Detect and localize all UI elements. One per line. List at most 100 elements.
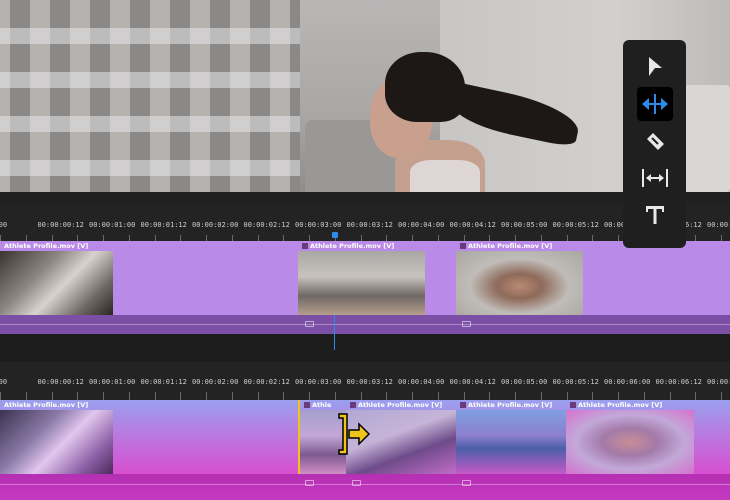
clip-label: Athlete Profile.mov [V] <box>350 401 442 409</box>
clip-thumbnail <box>0 251 113 315</box>
ruler-timecode: 00:00:01:00 <box>89 378 136 386</box>
ruler-timecode: 00:00:04:12 <box>449 221 496 229</box>
ruler-tick <box>52 392 53 400</box>
ruler-timecode: 00:00:02:00 <box>192 378 239 386</box>
ruler-tick <box>489 392 490 400</box>
playhead-marker-top[interactable] <box>332 232 338 238</box>
ruler-tick <box>386 392 387 400</box>
audio-keyframe-icon[interactable] <box>305 480 314 486</box>
clip-thumbnail <box>456 410 566 474</box>
clip-label: Athlete Profile.mov [V] <box>570 401 662 409</box>
ruler-timecode: 00:00:00:12 <box>37 221 84 229</box>
razor-tool[interactable] <box>637 124 673 158</box>
ruler-tick <box>283 392 284 400</box>
audio-keyframe-icon[interactable] <box>462 480 471 486</box>
clip-label-text: Athlete Profile.mov [V] <box>468 242 553 250</box>
ruler-tick <box>103 392 104 400</box>
ruler-tick <box>515 392 516 400</box>
slip-icon <box>641 169 668 187</box>
clip-4-bottom[interactable]: Athlete Profile.mov [V] <box>456 400 566 474</box>
type-tool[interactable] <box>637 198 673 232</box>
ruler-timecode: 00:00:02:12 <box>243 221 290 229</box>
razor-icon <box>646 133 664 150</box>
clip-label: Athle <box>304 401 331 409</box>
ruler-tick <box>361 392 362 400</box>
clip-1-top[interactable]: Athlete Profile.mov [V] <box>0 241 113 315</box>
ruler-timecode: 00:00 <box>0 221 8 229</box>
selection-tool[interactable] <box>637 50 673 84</box>
ruler-tick <box>618 392 619 400</box>
ripple-edit-icon <box>641 94 668 114</box>
ruler-timecode: 00:00:01:12 <box>140 378 187 386</box>
ruler-tick <box>26 392 27 400</box>
runner-head <box>385 52 465 122</box>
program-monitor-preview <box>0 0 730 192</box>
ruler-tick <box>567 392 568 400</box>
ruler-timecode: 00:00:04:12 <box>449 378 496 386</box>
ruler-tick <box>592 392 593 400</box>
time-ruler-top[interactable]: 00:00 00:00:00:12 00:00:01:00 00:00:01:12 00… <box>0 205 730 243</box>
ruler-tick <box>77 392 78 400</box>
ruler-tick <box>721 392 722 400</box>
clip-1-bottom[interactable]: Athlete Profile.mov [V] <box>0 400 113 474</box>
audio-waveform-line <box>0 484 730 485</box>
ruler-tick <box>695 392 696 400</box>
clip-thumbnail <box>298 251 425 315</box>
clip-label: Athlete Profile.mov [V] <box>460 401 552 409</box>
clip-label: Athlete Profile.mov [V] <box>460 242 552 250</box>
ruler-tick <box>0 392 1 400</box>
ruler-timecode: 00:00:05:12 <box>552 221 599 229</box>
ruler-timecode: 00:00:07:00 <box>707 378 730 386</box>
ruler-tick <box>232 392 233 400</box>
ruler-timecode: 00:00:03:00 <box>295 221 342 229</box>
clip-thumbnail <box>0 410 113 474</box>
fx-badge-icon <box>460 243 466 249</box>
clip-2-top[interactable]: Athlete Profile.mov [V] <box>298 241 425 315</box>
ruler-timecode: 00:00:01:12 <box>140 221 187 229</box>
ruler-timecode: 00:00:04:00 <box>398 378 445 386</box>
ruler-timecode: 00:00:03:12 <box>346 221 393 229</box>
ripple-edit-tool[interactable] <box>636 87 673 121</box>
ruler-timecode: 00:00:03:12 <box>346 378 393 386</box>
clip-label-text: Athlete Profile.mov [V] <box>310 242 395 250</box>
ruler-tick <box>464 392 465 400</box>
ruler-tick <box>670 392 671 400</box>
fx-badge-icon <box>570 402 576 408</box>
audio-track-top <box>0 315 730 334</box>
ruler-tick <box>412 392 413 400</box>
clip-label-text: Athlete Profile.mov [V] <box>358 401 443 409</box>
audio-keyframe-icon[interactable] <box>352 480 361 486</box>
clip-thumbnail <box>566 410 694 474</box>
time-ruler-bottom[interactable]: 00:00 00:00:00:12 00:00:01:00 00:00:01:12 00… <box>0 362 730 400</box>
ruler-timecode: 00:00:00:12 <box>37 378 84 386</box>
audio-track-bottom <box>0 474 730 500</box>
ruler-timecode: 00:00:06:00 <box>604 378 651 386</box>
ruler-tick <box>438 392 439 400</box>
ruler-timecode: 00:00:07:00 <box>707 221 730 229</box>
ruler-timecode: 00:00:03:00 <box>295 378 342 386</box>
fx-badge-icon <box>302 243 308 249</box>
audio-keyframe-icon[interactable] <box>305 321 314 327</box>
background-building <box>0 0 300 192</box>
audio-keyframe-icon[interactable] <box>462 321 471 327</box>
tool-panel <box>623 40 686 248</box>
clip-5-bottom[interactable]: Athlete Profile.mov [V] <box>566 400 694 474</box>
type-icon <box>645 206 664 224</box>
clip-label-text: Athlete Profile.mov [V] <box>468 401 553 409</box>
audio-waveform-line <box>0 324 730 325</box>
ruler-tick <box>129 392 130 400</box>
clip-thumbnail <box>456 251 583 315</box>
ruler-timecode: 00:00:05:00 <box>501 378 548 386</box>
video-editor: 00:00 00:00:00:12 00:00:01:00 00:00:01:12 00… <box>0 0 730 500</box>
ruler-tick <box>335 392 336 400</box>
fx-badge-icon <box>304 402 310 408</box>
clip-3-top[interactable]: Athlete Profile.mov [V] <box>456 241 583 315</box>
video-track-top: Athlete Profile.mov [V] Athlete Profile.… <box>0 241 730 315</box>
ruler-tick <box>309 392 310 400</box>
ruler-timecode: 00:00:05:00 <box>501 221 548 229</box>
clip-label: Athlete Profile.mov [V] <box>4 242 89 250</box>
slip-tool[interactable] <box>637 161 673 195</box>
ruler-timecode: 00:00 <box>0 378 8 386</box>
ruler-tick <box>180 392 181 400</box>
ruler-tick <box>541 392 542 400</box>
